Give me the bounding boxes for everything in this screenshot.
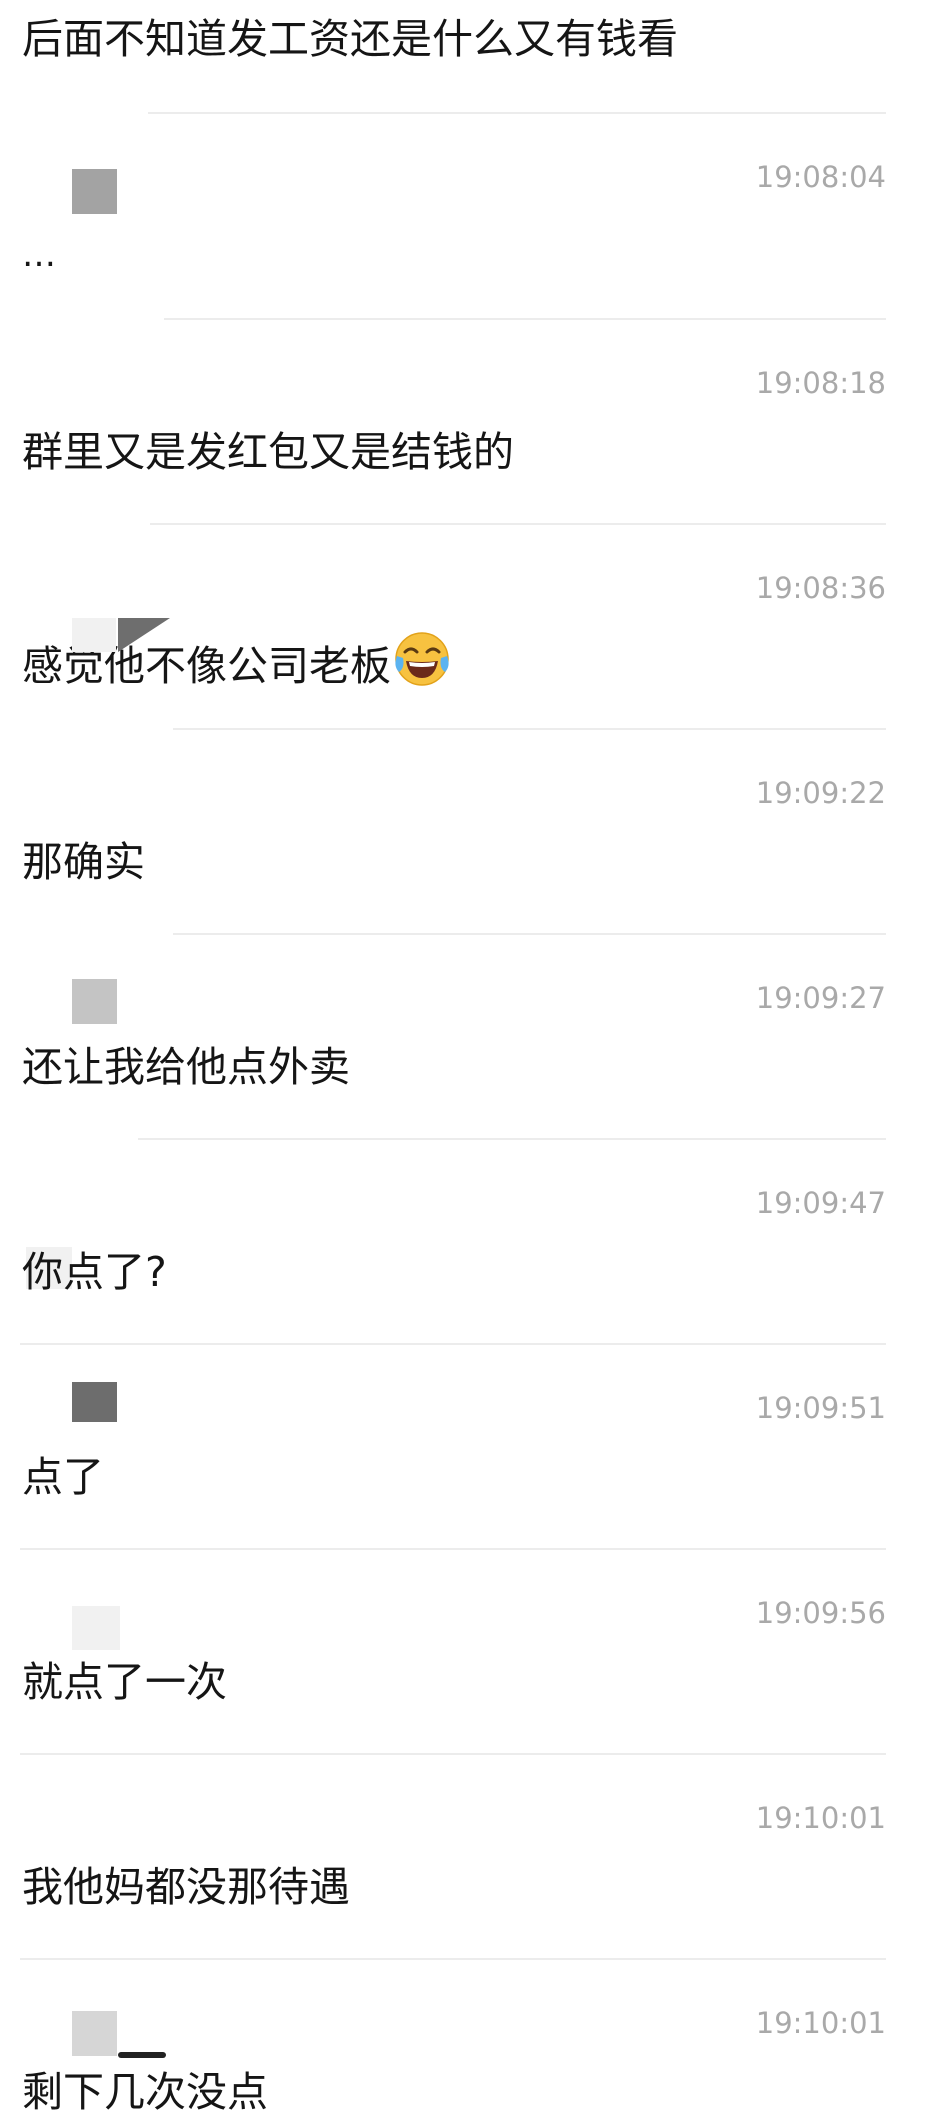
message-timestamp: 19:09:22 — [755, 776, 886, 810]
message-text: 我他妈都没那待遇 — [22, 1863, 350, 1911]
message-text: 群里又是发红包又是结钱的 — [22, 428, 514, 476]
face-with-tears-of-joy-icon — [393, 630, 451, 701]
message-timestamp: 19:10:01 — [755, 1801, 886, 1835]
message-text: 那确实 — [22, 838, 145, 886]
message-timestamp: 19:08:04 — [755, 160, 886, 194]
message-timestamp: 19:09:56 — [755, 1596, 886, 1630]
message-timestamp: 19:09:51 — [755, 1391, 886, 1425]
divider — [20, 1958, 886, 1960]
message-timestamp: 19:08:18 — [755, 366, 886, 400]
message-timestamp: 19:08:36 — [755, 571, 886, 605]
message-text: 就点了一次 — [22, 1658, 227, 1706]
divider — [164, 318, 886, 320]
divider — [20, 1343, 886, 1345]
redaction-mark — [118, 2052, 166, 2058]
message-text: 还让我给他点外卖 — [22, 1043, 350, 1091]
divider — [150, 523, 886, 525]
avatar[interactable] — [72, 2011, 117, 2056]
message-text: 点了 — [22, 1453, 104, 1501]
divider — [148, 112, 886, 114]
avatar[interactable] — [72, 1606, 120, 1650]
divider — [173, 933, 886, 935]
message-timestamp: 19:10:01 — [755, 2006, 886, 2040]
avatar[interactable] — [72, 618, 116, 652]
message-timestamp: 19:09:27 — [755, 981, 886, 1015]
chat-transcript: 后面不知道发工资还是什么又有钱看 19:08:04 … 19:08:18 群里又… — [0, 0, 930, 2123]
message-text: 后面不知道发工资还是什么又有钱看 — [22, 15, 678, 63]
divider — [20, 1548, 886, 1550]
avatar[interactable] — [72, 169, 117, 214]
message-text: 剩下几次没点 — [22, 2068, 268, 2116]
divider — [20, 1753, 886, 1755]
avatar[interactable] — [72, 979, 117, 1024]
avatar[interactable] — [72, 1382, 117, 1422]
message-timestamp: 19:09:47 — [755, 1186, 886, 1220]
divider — [173, 728, 886, 730]
message-text: 你点了? — [22, 1248, 167, 1296]
message-text: … — [22, 235, 59, 275]
divider — [138, 1138, 886, 1140]
